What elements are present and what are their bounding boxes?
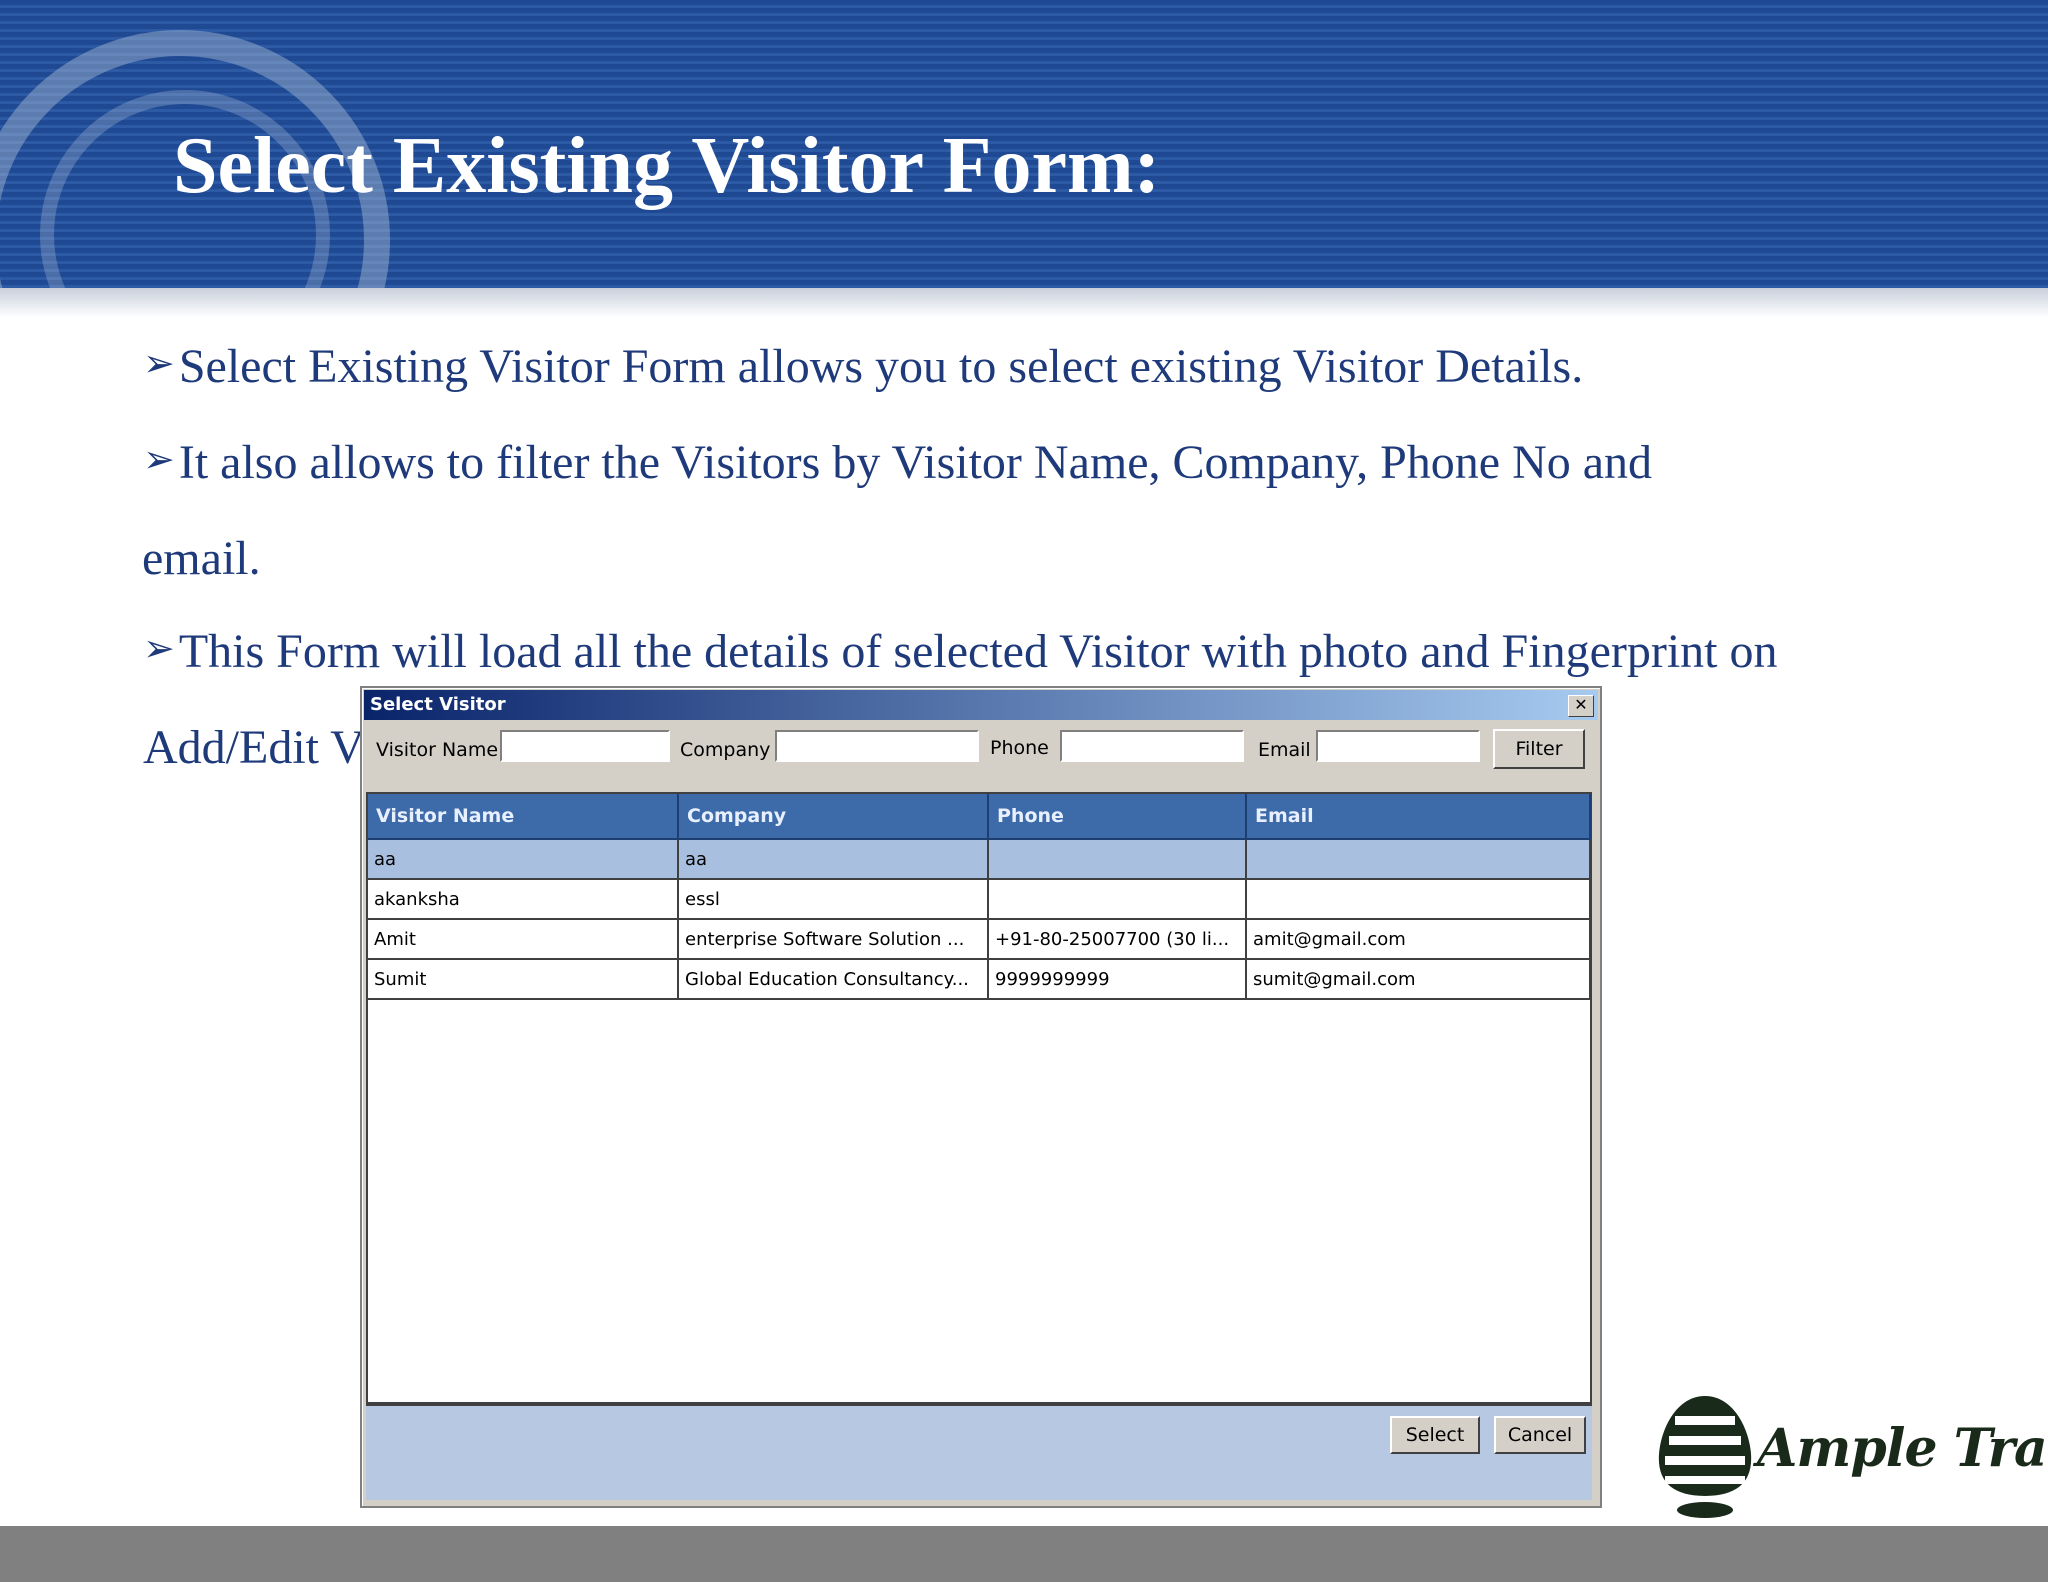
ample-trails-logo-icon [1658, 1396, 1752, 1518]
visitor-table: Visitor Name Company Phone Email aa aa a… [368, 794, 1591, 1000]
table-row[interactable]: Amit enterprise Software Solution ... +9… [368, 919, 1591, 960]
close-icon[interactable]: ✕ [1568, 695, 1594, 717]
cell-email: sumit@gmail.com [1246, 959, 1591, 1000]
arrow-bullet-icon: ➢ [143, 437, 175, 481]
table-row[interactable]: Sumit Global Education Consultancy... 99… [368, 959, 1591, 1000]
cell-company: essl [678, 879, 989, 920]
cell-email: amit@gmail.com [1246, 919, 1591, 960]
select-visitor-dialog: Select Visitor ✕ Visitor Name Company Ph… [360, 686, 1602, 1508]
slide-title: Select Existing Visitor Form: [173, 122, 1161, 210]
table-row[interactable]: aa aa [368, 839, 1591, 880]
column-header-company[interactable]: Company [678, 794, 989, 840]
visitor-name-input[interactable] [500, 730, 670, 762]
filter-button[interactable]: Filter [1493, 729, 1585, 769]
cell-company: enterprise Software Solution ... [678, 919, 989, 960]
bullet-2: ➢It also allows to filter the Visitors b… [143, 416, 2023, 512]
email-input[interactable] [1316, 730, 1480, 762]
cell-visitor-name: Amit [368, 919, 679, 960]
visitor-name-label: Visitor Name [376, 739, 499, 761]
visitor-grid[interactable]: Visitor Name Company Phone Email aa aa a… [366, 792, 1592, 1404]
arrow-bullet-icon: ➢ [143, 626, 175, 670]
bullet-2-continuation: email. [142, 532, 261, 585]
header-fade [0, 288, 2048, 318]
dialog-title: Select Visitor [370, 694, 506, 715]
cell-company: aa [678, 839, 989, 880]
cell-phone: 9999999999 [988, 959, 1247, 1000]
company-label: Company [680, 739, 771, 761]
table-row[interactable]: akanksha essl [368, 879, 1591, 920]
cell-visitor-name: Sumit [368, 959, 679, 1000]
cell-visitor-name: akanksha [368, 879, 679, 920]
cell-company: Global Education Consultancy... [678, 959, 989, 1000]
cancel-button[interactable]: Cancel [1494, 1416, 1586, 1454]
cell-email [1246, 839, 1591, 880]
cell-email [1246, 879, 1591, 920]
column-header-visitor-name[interactable]: Visitor Name [368, 794, 679, 840]
column-header-email[interactable]: Email [1246, 794, 1591, 840]
phone-input[interactable] [1060, 730, 1244, 762]
table-header-row: Visitor Name Company Phone Email [368, 794, 1591, 840]
cell-phone: +91-80-25007700 (30 li... [988, 919, 1247, 960]
bullet-text: Select Existing Visitor Form allows you … [178, 340, 1584, 393]
column-header-phone[interactable]: Phone [988, 794, 1247, 840]
slide-footer-band [0, 1526, 2048, 1582]
filter-bar: Visitor Name Company Phone Email Filter [364, 720, 1598, 778]
arrow-bullet-icon: ➢ [143, 341, 175, 385]
logo-text: Ample Trails [1757, 1418, 2048, 1479]
bullet-text: This Form will load all the details of s… [178, 625, 1778, 678]
dialog-titlebar[interactable]: Select Visitor ✕ [364, 690, 1598, 720]
cell-visitor-name: aa [368, 839, 679, 880]
bullet-1: ➢Select Existing Visitor Form allows you… [143, 320, 2023, 416]
bullet-text: It also allows to filter the Visitors by… [178, 436, 1653, 489]
cell-phone [988, 839, 1247, 880]
email-label: Email [1258, 739, 1311, 761]
select-button[interactable]: Select [1390, 1416, 1480, 1454]
cell-phone [988, 879, 1247, 920]
phone-label: Phone [990, 737, 1049, 759]
company-input[interactable] [775, 730, 979, 762]
dialog-footer: Select Cancel [366, 1404, 1592, 1500]
